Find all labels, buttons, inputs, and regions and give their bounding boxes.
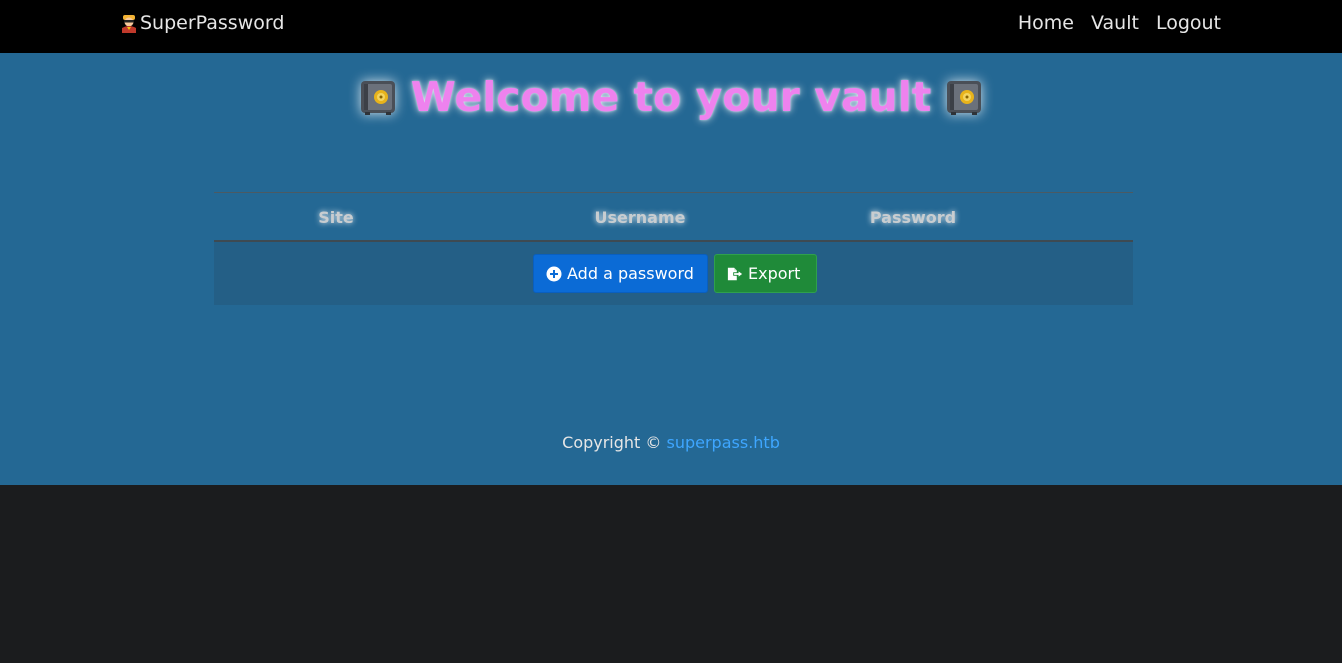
add-password-button[interactable]: Add a password xyxy=(533,254,708,293)
action-buttons: Add a password Export xyxy=(533,254,817,293)
vault-section: Welcome to your vault Site Username Pass… xyxy=(0,53,1342,485)
superhero-icon xyxy=(122,15,136,33)
nav-links: Home Vault Logout xyxy=(1018,10,1221,36)
brand-name: SuperPassword xyxy=(140,12,285,34)
table-actions-row: Add a password Export xyxy=(214,242,1133,305)
add-password-label: Add a password xyxy=(567,264,694,283)
safe-icon xyxy=(947,81,982,115)
page-title: Welcome to your vault xyxy=(410,73,932,121)
copyright-text: Copyright © xyxy=(562,433,662,452)
footer: Copyright © superpass.htb xyxy=(0,433,1342,452)
plus-circle-icon xyxy=(546,266,562,281)
export-button[interactable]: Export xyxy=(714,254,817,293)
page-background xyxy=(0,485,1342,663)
table-header: Site Username Password xyxy=(214,192,1133,242)
nav-home-link[interactable]: Home xyxy=(1018,12,1074,34)
nav-vault-link[interactable]: Vault xyxy=(1091,12,1139,34)
column-header-username: Username xyxy=(594,208,686,227)
column-header-password: Password xyxy=(869,208,957,227)
nav-logout-link[interactable]: Logout xyxy=(1156,12,1221,34)
export-label: Export xyxy=(748,264,801,283)
file-export-icon xyxy=(727,267,743,280)
safe-icon xyxy=(360,81,395,115)
brand-link[interactable]: SuperPassword xyxy=(119,10,284,36)
superpass-link[interactable]: superpass.htb xyxy=(667,433,780,452)
navbar: SuperPassword Home Vault Logout xyxy=(0,0,1342,53)
column-header-site: Site xyxy=(318,208,354,227)
page-header: Welcome to your vault xyxy=(0,73,1342,121)
passwords-table: Site Username Password Add a password Ex… xyxy=(214,192,1133,305)
